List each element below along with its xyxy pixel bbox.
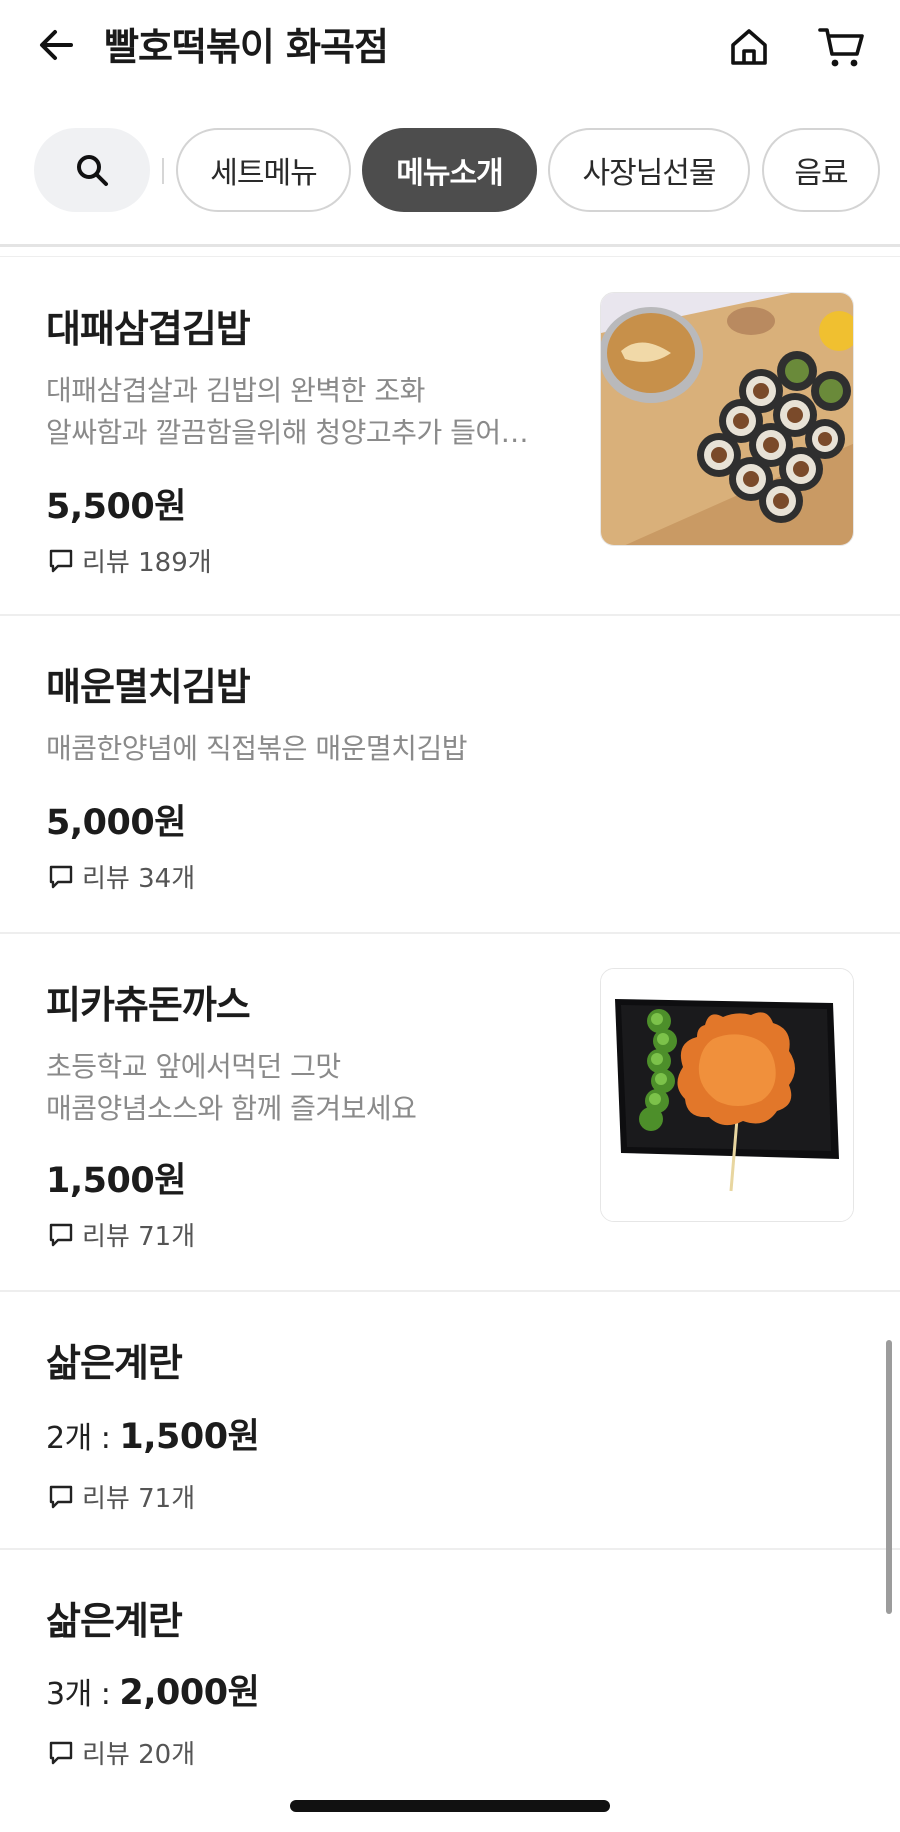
tab-drinks[interactable]: 음료 (762, 128, 880, 212)
review-count: 리뷰 71개 (48, 1478, 195, 1515)
menu-item[interactable]: 삶은계란 3개 : 2,000원 리뷰 20개 (0, 1550, 900, 1806)
back-button[interactable] (34, 22, 80, 68)
speech-bubble-icon (49, 549, 73, 572)
menu-item-description: 매콤한양념에 직접볶은 매운멸치김밥 (46, 732, 467, 765)
home-button[interactable] (724, 22, 774, 72)
section-divider (0, 244, 900, 247)
home-icon (731, 29, 767, 65)
speech-bubble-icon (49, 865, 73, 888)
menu-item-price: 5,500원 (46, 487, 186, 527)
search-button[interactable] (34, 128, 150, 212)
cart-icon (818, 28, 864, 67)
menu-item[interactable]: 매운멸치김밥 매콤한양념에 직접볶은 매운멸치김밥 5,000원 리뷰 34개 (0, 616, 900, 934)
menu-item-price: 2개 : 1,500원 (46, 1408, 260, 1459)
tab-set-menu[interactable]: 세트메뉴 (176, 128, 351, 212)
review-count-label: 리뷰 20개 (82, 1740, 196, 1770)
tab-divider (162, 158, 164, 184)
speech-bubble-icon (49, 1223, 73, 1246)
review-count-label: 리뷰 189개 (82, 548, 212, 578)
menu-item-quantity: 2개 : (46, 1421, 120, 1456)
menu-item-price: 1,500원 (46, 1161, 186, 1201)
menu-item-description: 매콤양념소스와 함께 즐겨보세요 (46, 1092, 417, 1125)
menu-item-price: 5,000원 (46, 803, 186, 843)
menu-item[interactable]: 삶은계란 2개 : 1,500원 리뷰 71개 (0, 1292, 900, 1550)
section-divider (0, 256, 900, 257)
menu-item-description: 초등학교 앞에서먹던 그맛 (46, 1050, 341, 1083)
menu-item-name: 대패삼겹김밥 (46, 307, 251, 351)
review-count-label: 리뷰 71개 (82, 1222, 196, 1252)
menu-item-name: 매운멸치김밥 (46, 665, 251, 709)
tab-menu-intro[interactable]: 메뉴소개 (362, 128, 537, 212)
search-icon (77, 155, 108, 186)
review-count-label: 리뷰 71개 (82, 1484, 196, 1514)
menu-item-quantity: 3개 : (46, 1677, 120, 1712)
review-count: 리뷰 34개 (48, 858, 195, 895)
menu-item[interactable]: 피카츄돈까스 초등학교 앞에서먹던 그맛 매콤양념소스와 함께 즐겨보세요 1,… (0, 934, 900, 1292)
review-count: 리뷰 189개 (48, 542, 212, 579)
scrollbar[interactable] (886, 1340, 892, 1614)
page-title: 빨호떡볶이 화곡점 (104, 25, 389, 69)
speech-bubble-icon (49, 1485, 73, 1508)
menu-item-description: 알싸함과 깔끔함을위해 청양고추가 들어… (46, 416, 529, 449)
tab-owner-gift[interactable]: 사장님선물 (548, 128, 750, 212)
speech-bubble-icon (49, 1741, 73, 1764)
review-count-label: 리뷰 34개 (82, 864, 196, 894)
cart-button[interactable] (814, 22, 868, 72)
app-header: 빨호떡볶이 화곡점 (0, 0, 900, 100)
menu-item-photo (600, 968, 854, 1222)
menu-item-price-value: 1,500원 (119, 1417, 260, 1457)
menu-item-name: 삶은계란 (46, 1599, 183, 1643)
review-count: 리뷰 71개 (48, 1216, 195, 1253)
menu-item-photo (600, 292, 854, 546)
home-indicator-bar[interactable] (290, 1800, 610, 1812)
category-tab-bar: 세트메뉴 메뉴소개 사장님선물 음료 (0, 122, 900, 214)
menu-item-name: 피카츄돈까스 (46, 983, 251, 1027)
review-count: 리뷰 20개 (48, 1734, 195, 1771)
menu-item-price-value: 2,000원 (119, 1673, 260, 1713)
menu-item-name: 삶은계란 (46, 1341, 183, 1385)
menu-item-price: 3개 : 2,000원 (46, 1664, 260, 1715)
arrow-left-icon (40, 30, 73, 60)
menu-item-description: 대패삼겹살과 김밥의 완벽한 조화 (46, 374, 425, 407)
menu-item[interactable]: 대패삼겹김밥 대패삼겹살과 김밥의 완벽한 조화 알싸함과 깔끔함을위해 청양고… (0, 258, 900, 616)
